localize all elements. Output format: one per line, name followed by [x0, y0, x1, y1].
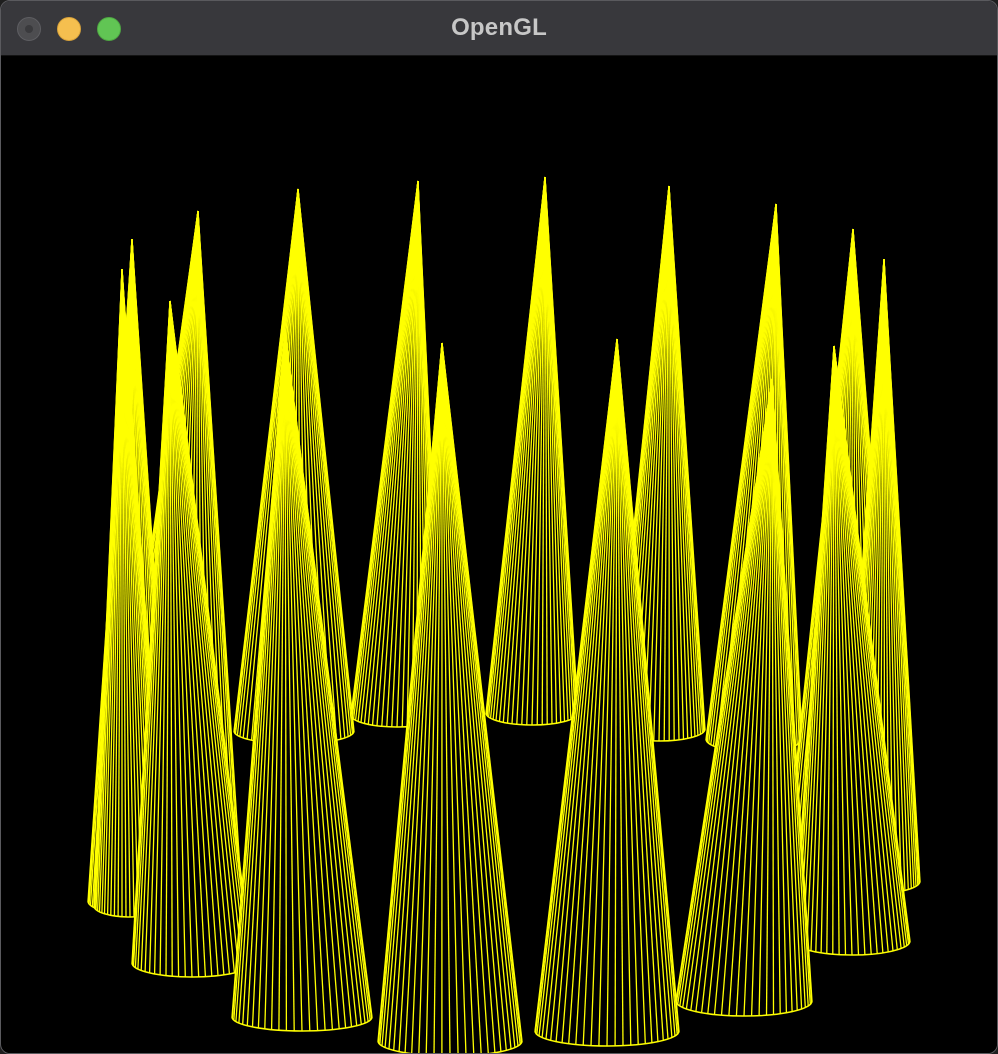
title-bar[interactable]: OpenGL [1, 1, 997, 56]
window-title: OpenGL [451, 14, 547, 41]
cone-scene [87, 176, 921, 1053]
opengl-viewport[interactable] [2, 56, 997, 1053]
app-window: OpenGL [0, 0, 998, 1054]
wireframe-cone [485, 176, 579, 726]
